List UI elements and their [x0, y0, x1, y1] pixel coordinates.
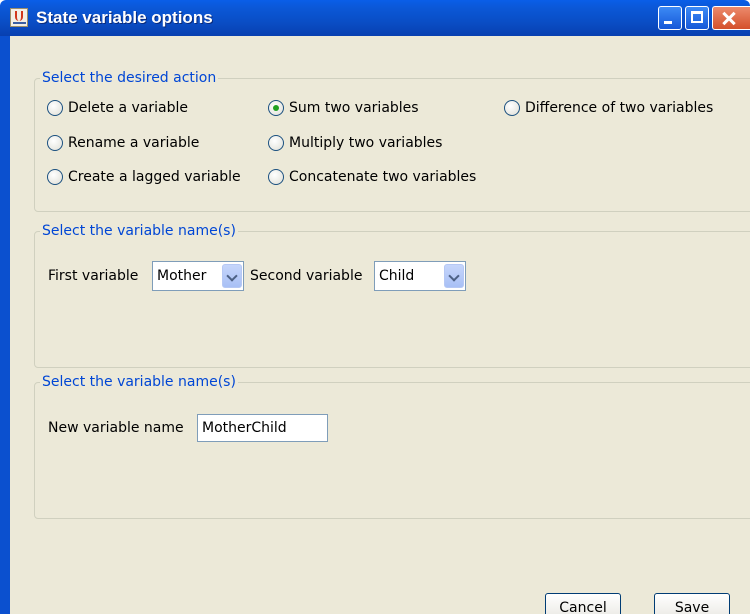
- radio-concatenate-variables[interactable]: Concatenate two variables: [268, 169, 476, 185]
- radio-create-lagged-variable[interactable]: Create a lagged variable: [47, 169, 241, 185]
- action-group: Select the desired action Delete a varia…: [34, 69, 750, 212]
- new-variable-name-group: Select the variable name(s) New variable…: [34, 373, 750, 519]
- radio-delete-variable[interactable]: Delete a variable: [47, 100, 188, 116]
- java-cup-icon: [10, 8, 28, 27]
- new-variable-name-label: New variable name: [48, 420, 184, 436]
- radio-label: Difference of two variables: [525, 100, 714, 116]
- radio-button-icon[interactable]: [47, 135, 63, 151]
- new-variable-name-input[interactable]: [197, 414, 328, 442]
- save-button[interactable]: Save: [654, 593, 730, 614]
- dialog-content: Select the desired action Delete a varia…: [10, 36, 750, 614]
- first-variable-combo[interactable]: Mother: [152, 261, 244, 291]
- radio-sum-variables[interactable]: Sum two variables: [268, 100, 419, 116]
- chevron-down-icon[interactable]: [444, 264, 464, 288]
- first-variable-label: First variable: [48, 268, 139, 284]
- variable-names-legend: Select the variable name(s): [40, 222, 238, 240]
- window-title: State variable options: [36, 8, 213, 27]
- radio-button-icon[interactable]: [268, 169, 284, 185]
- minimize-icon[interactable]: [658, 6, 682, 30]
- cancel-button[interactable]: Cancel: [545, 593, 621, 614]
- radio-button-icon[interactable]: [504, 100, 520, 116]
- maximize-icon[interactable]: [685, 6, 709, 30]
- radio-label: Rename a variable: [68, 135, 200, 151]
- second-variable-combo[interactable]: Child: [374, 261, 466, 291]
- radio-button-icon[interactable]: [47, 100, 63, 116]
- new-variable-name-legend: Select the variable name(s): [40, 373, 238, 391]
- second-variable-value: Child: [379, 268, 415, 284]
- radio-button-icon[interactable]: [47, 169, 63, 185]
- radio-multiply-variables[interactable]: Multiply two variables: [268, 135, 442, 151]
- action-group-legend: Select the desired action: [40, 69, 219, 87]
- close-icon[interactable]: [712, 6, 750, 30]
- radio-label: Concatenate two variables: [289, 169, 477, 185]
- radio-rename-variable[interactable]: Rename a variable: [47, 135, 199, 151]
- second-variable-label: Second variable: [250, 268, 363, 284]
- radio-difference-variables[interactable]: Difference of two variables: [504, 100, 713, 116]
- window-frame-left: [0, 36, 10, 614]
- radio-label: Delete a variable: [68, 100, 188, 116]
- variable-names-group: Select the variable name(s) First variab…: [34, 222, 750, 368]
- chevron-down-icon[interactable]: [222, 264, 242, 288]
- radio-button-selected-icon[interactable]: [268, 100, 284, 116]
- radio-label: Multiply two variables: [289, 135, 443, 151]
- first-variable-value: Mother: [157, 268, 207, 284]
- state-variable-options-window: State variable options Select the desire…: [0, 0, 750, 614]
- radio-button-icon[interactable]: [268, 135, 284, 151]
- radio-label: Create a lagged variable: [68, 169, 241, 185]
- radio-label: Sum two variables: [289, 100, 419, 116]
- title-bar[interactable]: State variable options: [0, 0, 750, 36]
